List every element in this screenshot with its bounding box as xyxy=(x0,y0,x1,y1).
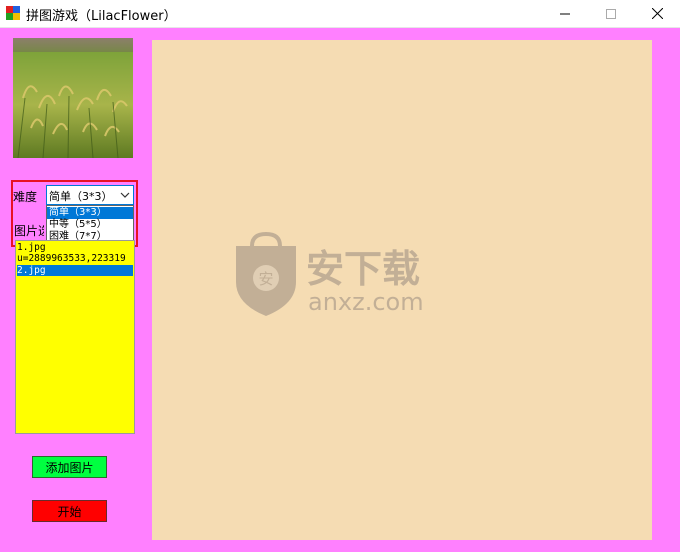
watermark-logo: 安 安下载 anxz.com xyxy=(236,232,424,316)
add-image-button[interactable]: 添加图片 xyxy=(32,456,107,478)
watermark-url: anxz.com xyxy=(308,288,424,316)
title-bar: 拼图游戏（LilacFlower） xyxy=(0,0,680,28)
close-button[interactable] xyxy=(634,0,680,27)
window-title: 拼图游戏（LilacFlower） xyxy=(26,9,177,24)
list-item[interactable]: u=2889963533,223319 xyxy=(17,253,133,264)
close-icon xyxy=(651,8,663,19)
watermark-text: 安下载 xyxy=(306,247,420,291)
list-item[interactable]: 2.jpg xyxy=(17,265,133,276)
list-item[interactable]: 1.jpg xyxy=(17,242,133,253)
maximize-icon xyxy=(606,8,616,19)
minimize-icon xyxy=(560,13,570,14)
maximize-button[interactable] xyxy=(588,0,634,27)
start-button[interactable]: 开始 xyxy=(32,500,107,522)
annotation-highlight-box xyxy=(11,180,138,247)
watermark-badge: 安 xyxy=(258,270,273,288)
app-icon xyxy=(6,6,20,20)
preview-image xyxy=(13,38,133,158)
image-list[interactable]: 1.jpg u=2889963533,223319 2.jpg xyxy=(15,240,135,434)
minimize-button[interactable] xyxy=(542,0,588,27)
